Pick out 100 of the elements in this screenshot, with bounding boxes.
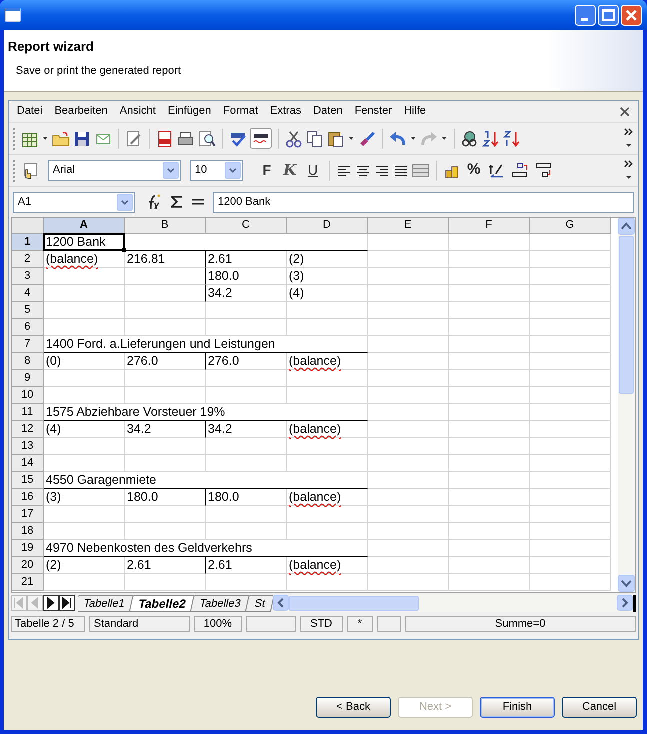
sheet-tab[interactable]: St [245, 595, 273, 612]
row-header[interactable]: 12 [12, 421, 44, 438]
scroll-up-button[interactable] [618, 218, 635, 235]
row-header[interactable]: 11 [12, 404, 44, 421]
pdf-icon[interactable] [156, 130, 174, 148]
sheet-tab[interactable]: Tabelle2 [129, 595, 196, 612]
font-name-dropdown[interactable]: Arial [48, 160, 181, 181]
auto-spellcheck-icon[interactable] [250, 128, 272, 149]
row-header[interactable]: 21 [12, 574, 44, 591]
table-cell[interactable]: 4550 Garagenmiete [44, 472, 368, 489]
menu-item[interactable]: Einfügen [162, 103, 218, 120]
row-header[interactable]: 2 [12, 251, 44, 268]
row-header[interactable]: 6 [12, 319, 44, 336]
caret-icon[interactable] [348, 136, 355, 141]
row-header[interactable]: 7 [12, 336, 44, 353]
formula-icon[interactable] [191, 197, 205, 207]
formula-input-field[interactable]: 1200 Bank [213, 192, 634, 212]
row-header[interactable]: 13 [12, 438, 44, 455]
maximize-button[interactable] [598, 4, 619, 26]
scissors-icon[interactable] [285, 130, 303, 148]
caret-icon[interactable] [441, 136, 448, 141]
next-sheet-button[interactable] [43, 595, 59, 611]
table-cell[interactable]: (4) [287, 285, 368, 302]
table-cell[interactable]: 1200 Bank [44, 234, 368, 251]
column-header[interactable]: B [125, 218, 206, 234]
vertical-scrollbar[interactable] [618, 218, 635, 592]
font-size-dropdown[interactable]: 10 [190, 160, 243, 181]
folder-icon[interactable] [52, 130, 70, 148]
scroll-right-button[interactable] [617, 595, 633, 611]
row-header[interactable]: 9 [12, 370, 44, 387]
row-header[interactable]: 4 [12, 285, 44, 302]
table-cell[interactable]: 2.61 [206, 557, 287, 574]
menu-item[interactable]: Format [217, 103, 264, 120]
table-cell[interactable]: 180.0 [206, 489, 287, 506]
globe-link-icon[interactable] [461, 130, 479, 148]
table-cell[interactable]: 180.0 [125, 489, 206, 506]
printer-icon[interactable] [177, 130, 195, 148]
merge-cells-icon[interactable] [412, 162, 430, 178]
magnifier-page-icon[interactable] [198, 130, 216, 148]
row-header[interactable]: 10 [12, 387, 44, 404]
column-header[interactable]: G [530, 218, 611, 234]
table-cell[interactable]: 2.61 [206, 251, 287, 268]
wizard-button[interactable]: Finish [480, 697, 555, 718]
close-icon[interactable] [620, 106, 630, 116]
table-cell[interactable]: (0) [44, 353, 125, 370]
row-header[interactable]: 16 [12, 489, 44, 506]
sheet-tab[interactable]: Tabelle1 [78, 595, 135, 612]
table-cell[interactable]: (3) [287, 268, 368, 285]
table-cell[interactable]: 34.2 [206, 285, 287, 302]
corner-cell[interactable] [12, 218, 44, 234]
table-cell[interactable]: (4) [44, 421, 125, 438]
table-cell[interactable]: (2) [287, 251, 368, 268]
table-cell[interactable]: (3) [44, 489, 125, 506]
row-header[interactable]: 8 [12, 353, 44, 370]
table-cell[interactable]: 34.2 [206, 421, 287, 438]
name-box[interactable]: A1 [13, 192, 135, 212]
row-header[interactable]: 3 [12, 268, 44, 285]
percent-button[interactable]: % [464, 159, 484, 182]
dropdown-button[interactable] [225, 162, 241, 179]
table-cell[interactable]: 1400 Ford. a.Lieferungen und Leistungen [44, 336, 368, 353]
sum-icon[interactable] [171, 195, 183, 209]
column-header[interactable]: F [449, 218, 530, 234]
undo-arrow-icon[interactable] [389, 130, 407, 148]
add-decimal-icon[interactable] [510, 162, 530, 180]
caret-icon[interactable] [410, 136, 417, 141]
table-cell[interactable]: 1575 Abziehbare Vorsteuer 19% [44, 404, 368, 421]
horizontal-scrollbar[interactable] [273, 594, 636, 612]
table-cell[interactable] [125, 268, 206, 285]
column-header[interactable]: E [368, 218, 449, 234]
scroll-down-button[interactable] [618, 575, 635, 592]
edit-document-icon[interactable] [125, 130, 143, 148]
first-sheet-button[interactable] [11, 595, 27, 611]
table-cell[interactable] [125, 285, 206, 302]
bold-button[interactable]: F [257, 160, 277, 181]
table-cell[interactable]: (2) [44, 557, 125, 574]
row-header[interactable]: 14 [12, 455, 44, 472]
table-cell[interactable]: 34.2 [125, 421, 206, 438]
scroll-left-button[interactable] [273, 595, 289, 611]
table-cell[interactable]: 216.81 [125, 251, 206, 268]
table-cell[interactable]: 4970 Nebenkosten des Geldverkehrs [44, 540, 368, 557]
row-header[interactable]: 17 [12, 506, 44, 523]
row-header[interactable]: 1 [12, 234, 44, 251]
row-header[interactable]: 5 [12, 302, 44, 319]
dropdown-button[interactable] [163, 162, 179, 179]
row-header[interactable]: 20 [12, 557, 44, 574]
sort-descending-icon[interactable] [503, 130, 521, 148]
wizard-button[interactable]: Cancel [562, 697, 637, 718]
menu-item[interactable]: Extras [264, 103, 308, 120]
table-cell[interactable]: 276.0 [125, 353, 206, 370]
column-header[interactable]: C [206, 218, 287, 234]
table-cell[interactable]: 180.0 [206, 268, 287, 285]
table-cell[interactable]: (balance) [287, 421, 368, 438]
menu-item[interactable]: Datei [11, 103, 49, 120]
menu-item[interactable]: Bearbeiten [48, 103, 114, 120]
menu-item[interactable]: Daten [307, 103, 349, 120]
table-cell[interactable]: (balance) [287, 557, 368, 574]
table-cell[interactable]: (balance) [287, 489, 368, 506]
scrollbar-thumb[interactable] [619, 236, 634, 394]
row-header[interactable]: 18 [12, 523, 44, 540]
close-button[interactable] [621, 4, 642, 26]
